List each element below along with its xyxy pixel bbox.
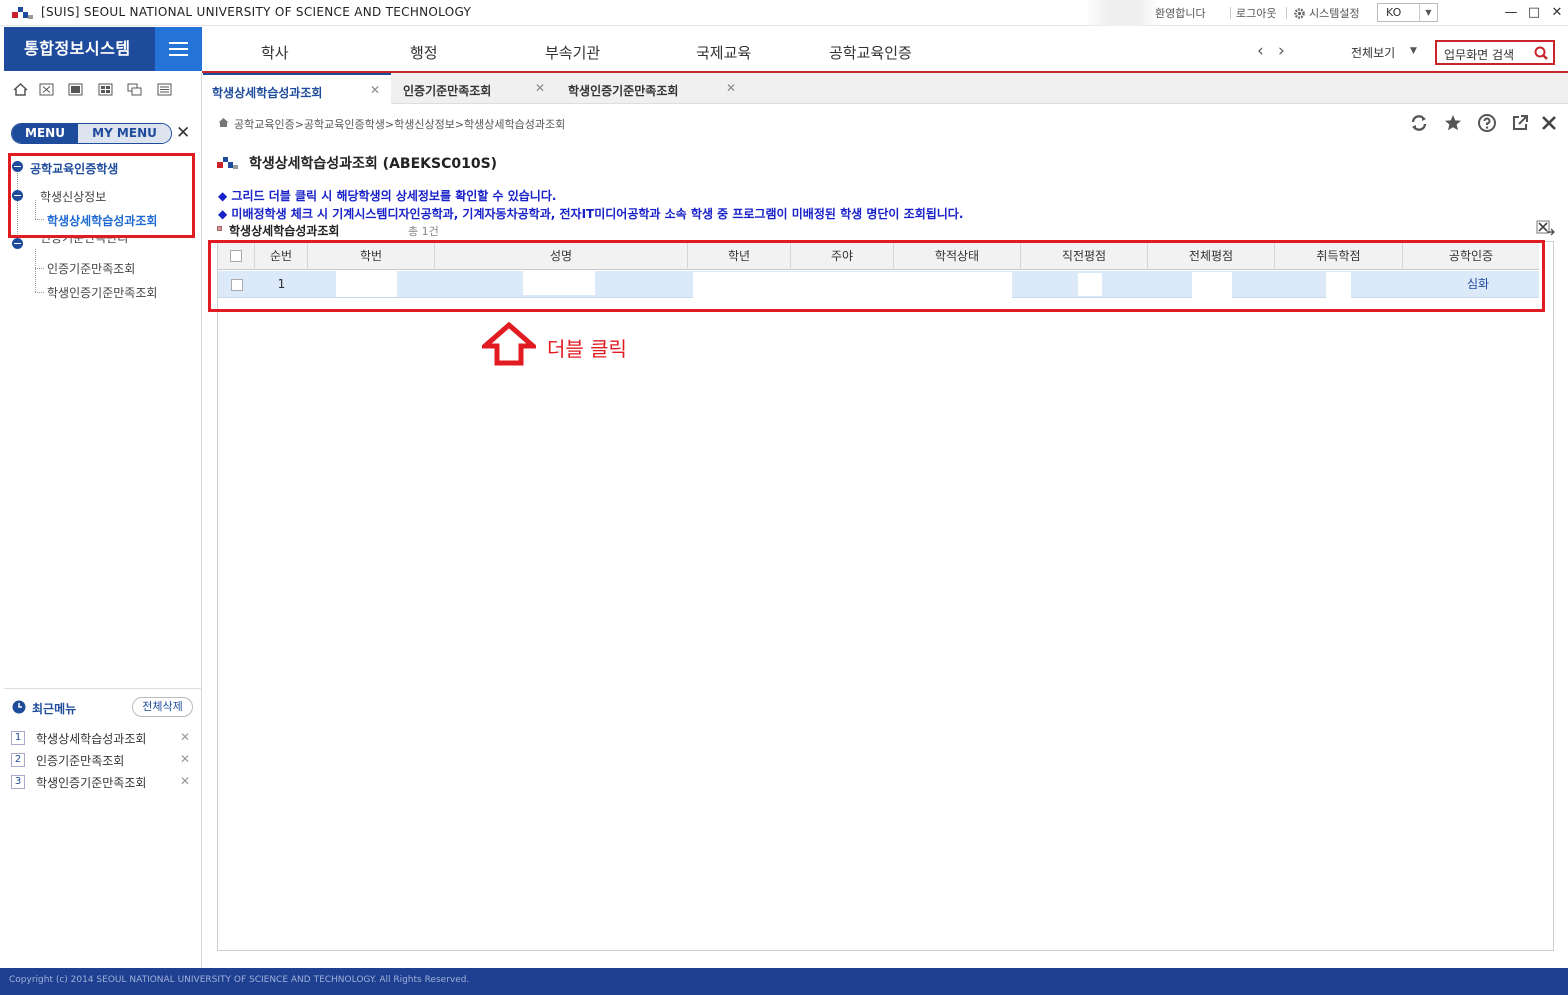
language-value: KO xyxy=(1386,6,1402,19)
close-icon[interactable]: ✕ xyxy=(180,752,190,766)
hamburger-icon-bar xyxy=(169,48,188,50)
close-tab-icon[interactable]: ✕ xyxy=(726,81,736,95)
chevron-down-icon: ▼ xyxy=(1419,4,1437,21)
list-icon[interactable] xyxy=(157,83,172,96)
close-all-icon[interactable] xyxy=(39,83,54,96)
excel-export-icon[interactable] xyxy=(1535,219,1555,237)
clear-all-button[interactable]: 전체삭제 xyxy=(132,697,193,717)
close-sidebar-icon[interactable]: ✕ xyxy=(176,123,190,143)
notice-unassigned: ◆ 미배정학생 체크 시 기계시스템디자인공학과, 기계자동차공학과, 전자IT… xyxy=(218,207,964,221)
tile-icon[interactable] xyxy=(98,83,113,96)
home-icon[interactable] xyxy=(13,83,28,96)
close-icon[interactable]: ✕ xyxy=(180,774,190,788)
recent-item-number: 2 xyxy=(11,753,25,767)
home-icon xyxy=(218,118,229,127)
brand-title[interactable]: 통합정보시스템 xyxy=(4,27,155,71)
tree-line xyxy=(35,268,44,269)
tab-label: 학생인증기준만족조회 xyxy=(568,84,679,98)
chevron-left-icon[interactable]: ‹ xyxy=(1257,41,1264,61)
topmenu-affiliated[interactable]: 부속기관 xyxy=(545,42,600,63)
close-tab-icon[interactable]: ✕ xyxy=(535,81,545,95)
topmenu-academic[interactable]: 학사 xyxy=(261,42,289,63)
page-title: 학생상세학습성과조회 (ABEKSC010S) xyxy=(249,156,498,172)
school-logo-icon xyxy=(217,157,238,169)
close-page-icon[interactable] xyxy=(1539,113,1559,133)
tree-item-student-criteria[interactable]: 학생인증기준만족조회 xyxy=(47,284,157,301)
cascade-icon[interactable] xyxy=(127,83,142,96)
topmenu-administration[interactable]: 행정 xyxy=(410,42,438,63)
topmenu-engineering-accreditation[interactable]: 공학교육인증 xyxy=(829,42,912,63)
help-icon[interactable] xyxy=(1477,113,1497,133)
close-icon[interactable]: ✕ xyxy=(180,730,190,744)
menu-toggle: MENU MY MENU xyxy=(11,123,172,144)
grid-container xyxy=(217,241,1554,951)
close-tab-icon[interactable]: ✕ xyxy=(370,83,380,97)
notice-double-click: ◆ 그리드 더블 클릭 시 해당학생의 상세정보를 확인할 수 있습니다. xyxy=(218,189,557,203)
window-icon[interactable] xyxy=(68,83,83,96)
bullet-icon xyxy=(217,226,222,231)
language-select[interactable]: KO ▼ xyxy=(1377,3,1438,22)
popout-icon[interactable] xyxy=(1510,113,1530,133)
gear-icon[interactable] xyxy=(1293,7,1306,20)
maximize-button[interactable]: □ xyxy=(1525,4,1543,22)
divider xyxy=(1286,7,1287,19)
copyright-text: Copyright (c) 2014 SEOUL NATIONAL UNIVER… xyxy=(9,975,470,985)
minimize-button[interactable]: — xyxy=(1502,4,1520,22)
menu-tab[interactable]: MENU xyxy=(12,124,78,143)
user-name-redacted xyxy=(1085,0,1160,26)
school-logo-icon xyxy=(12,7,33,19)
recent-item[interactable]: 학생인증기준만족조회 xyxy=(36,774,146,791)
star-icon[interactable] xyxy=(1443,113,1463,133)
tab-student-detail[interactable]: 학생상세학습성과조회 ✕ xyxy=(203,73,391,104)
highlight-box-sidebar xyxy=(8,153,195,238)
recent-menu-title: 최근메뉴 xyxy=(32,702,77,716)
system-settings-link[interactable]: 시스템설정 xyxy=(1309,5,1360,21)
tab-criteria[interactable]: 인증기준만족조회 ✕ xyxy=(392,73,552,104)
tab-label: 인증기준만족조회 xyxy=(403,84,492,98)
clock-icon xyxy=(12,700,26,714)
grid-title: 학생상세학습성과조회 xyxy=(229,224,340,238)
logout-link[interactable]: 로그아웃 xyxy=(1236,5,1276,21)
menu-search-input[interactable]: 업무화면 검색 xyxy=(1435,40,1555,65)
chevron-right-icon[interactable]: › xyxy=(1278,41,1285,61)
tab-student-criteria[interactable]: 학생인증기준만족조회 ✕ xyxy=(556,73,742,104)
search-placeholder: 업무화면 검색 xyxy=(1444,48,1515,62)
my-menu-tab[interactable]: MY MENU xyxy=(78,124,171,143)
view-all-button[interactable]: 전체보기 xyxy=(1351,44,1395,61)
tab-label: 학생상세학습성과조회 xyxy=(212,86,323,100)
window-title: [SUIS] SEOUL NATIONAL UNIVERSITY OF SCIE… xyxy=(41,5,472,19)
tree-line xyxy=(35,292,44,293)
double-click-annotation: 더블 클릭 xyxy=(547,337,627,361)
recent-item[interactable]: 학생상세학습성과조회 xyxy=(36,730,146,747)
caret-down-icon[interactable]: ▼ xyxy=(1410,46,1417,56)
recent-item-number: 1 xyxy=(11,731,25,745)
tree-line xyxy=(35,249,36,292)
search-icon[interactable] xyxy=(1533,45,1549,61)
recent-item[interactable]: 인증기준만족조회 xyxy=(36,752,124,769)
topmenu-international[interactable]: 국제교육 xyxy=(696,42,751,63)
welcome-text: 환영합니다 xyxy=(1155,7,1206,20)
arrow-up-icon xyxy=(482,322,536,366)
refresh-icon[interactable] xyxy=(1409,113,1429,133)
divider xyxy=(4,688,202,689)
close-window-button[interactable]: ✕ xyxy=(1548,4,1566,22)
hamburger-icon xyxy=(169,42,188,44)
collapse-icon[interactable] xyxy=(12,238,23,249)
grid-total-count: 총 1건 xyxy=(408,225,439,238)
hamburger-menu-button[interactable] xyxy=(155,27,202,71)
recent-item-number: 3 xyxy=(11,775,25,789)
hamburger-icon-bar xyxy=(169,54,188,56)
divider xyxy=(1230,7,1231,19)
breadcrumb: 공학교육인증>공학교육인증학생>학생신상정보>학생상세학습성과조회 xyxy=(234,118,566,131)
tree-item-criteria[interactable]: 인증기준만족조회 xyxy=(47,260,135,277)
highlight-box-grid xyxy=(208,240,1545,312)
